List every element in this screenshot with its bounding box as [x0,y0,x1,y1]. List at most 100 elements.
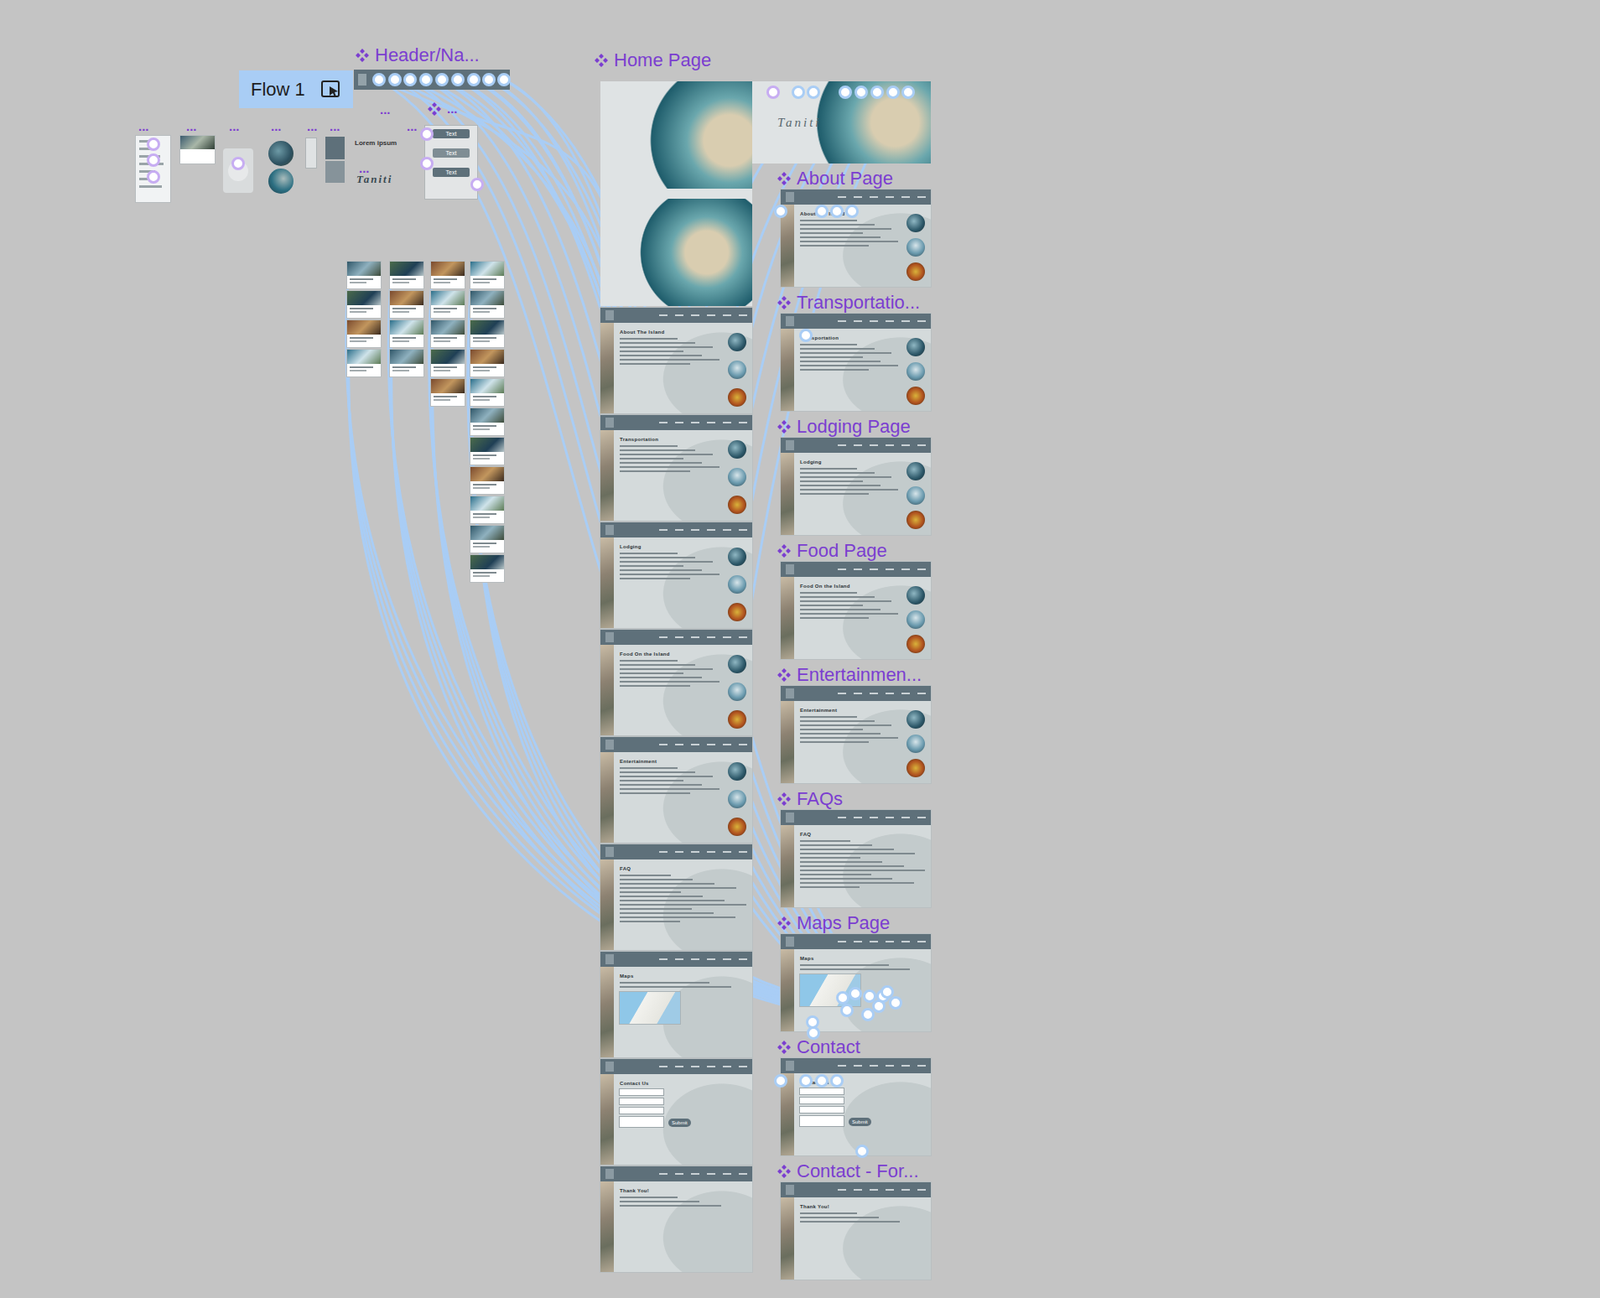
connection-dot[interactable] [774,204,788,219]
photo-card[interactable] [470,408,504,436]
connection-dot[interactable] [880,985,894,999]
nav-item[interactable] [885,444,894,447]
photo-card[interactable] [470,290,504,318]
photo-card[interactable] [470,261,504,289]
nav-item[interactable] [675,1173,684,1175]
nav-item[interactable] [885,568,894,571]
small-component[interactable] [306,138,317,168]
form-input[interactable] [619,1089,664,1096]
nav-item[interactable] [917,320,926,323]
nav-item[interactable] [853,940,863,943]
photo-card[interactable] [470,320,504,348]
page-name[interactable]: Contact - For... [796,1160,920,1183]
page-name[interactable]: Maps Page [796,912,890,935]
connection-dot[interactable] [419,72,433,87]
nav-item[interactable] [690,529,700,531]
nav-item[interactable] [659,636,668,639]
photo-card[interactable] [389,320,424,348]
nav-item[interactable] [837,940,847,943]
color-swatch[interactable] [325,136,345,160]
button-variant[interactable]: Text [432,167,470,177]
connection-dot[interactable] [435,72,449,87]
nav-item[interactable] [917,940,926,943]
connection-dot[interactable] [854,85,868,99]
connection-dot[interactable] [888,996,903,1010]
photo-card[interactable] [470,525,504,553]
nav-item[interactable] [885,1064,894,1067]
button-variant[interactable]: Text [432,148,470,158]
frame-label[interactable]: ... [228,119,240,134]
connection-dot[interactable] [482,72,496,87]
form-input[interactable] [800,1116,844,1127]
nav-item[interactable] [690,421,700,424]
nav-item[interactable] [869,1064,878,1067]
nav-item[interactable] [837,444,847,447]
frame-label[interactable]: ... [186,119,198,134]
nav-item[interactable] [659,851,668,853]
connection-dot[interactable] [838,85,852,99]
connection-dot[interactable] [830,204,844,219]
connection-dot[interactable] [791,85,806,99]
nav-item[interactable] [675,958,684,961]
nav-item[interactable] [722,743,732,746]
form-input[interactable] [619,1107,664,1114]
nav-item[interactable] [869,196,878,198]
nav-item[interactable] [837,320,847,323]
connection-dot[interactable] [146,170,161,184]
page-name[interactable]: Entertainmen... [796,664,922,686]
component-set-name[interactable]: ... [446,98,458,120]
connection-dot[interactable] [815,204,829,219]
card-component[interactable] [180,135,215,164]
frame-label[interactable]: ... [379,103,391,117]
page-name[interactable]: Home Page [613,49,712,72]
nav-item[interactable] [837,568,847,571]
nav-item[interactable] [738,958,748,961]
nav-item[interactable] [869,320,878,323]
photo-card[interactable] [431,379,465,406]
connection-dot[interactable] [848,987,863,1001]
nav-item[interactable] [690,851,700,853]
nav-item[interactable] [675,529,684,531]
nav-item[interactable] [901,320,910,323]
nav-item[interactable] [659,421,668,424]
photo-card[interactable] [347,320,381,348]
connection-dot[interactable] [845,204,859,219]
nav-item[interactable] [722,1173,732,1175]
connection-dot[interactable] [806,1026,821,1040]
connection-dot[interactable] [497,72,511,87]
nav-item[interactable] [917,568,926,571]
nav-item[interactable] [706,958,716,961]
nav-item[interactable] [917,692,926,695]
nav-item[interactable] [738,421,748,424]
nav-item[interactable] [706,1065,716,1068]
nav-item[interactable] [885,940,894,943]
connection-dot[interactable] [420,156,434,171]
page-component[interactable]: Food PageFood On the Island [776,540,931,660]
nav-item[interactable] [675,851,684,853]
connection-dot[interactable] [231,156,245,171]
nav-item[interactable] [901,940,910,943]
nav-item[interactable] [675,1065,684,1068]
nav-item[interactable] [722,958,732,961]
circle-photo[interactable] [268,168,294,194]
nav-item[interactable] [853,1064,863,1067]
frame-label[interactable]: ... [306,119,318,134]
photo-card[interactable] [470,349,504,377]
nav-item[interactable] [706,743,716,746]
nav-item[interactable] [722,636,732,639]
nav-item[interactable] [706,1173,716,1175]
nav-item[interactable] [853,692,863,695]
nav-item[interactable] [917,444,926,447]
connection-dot[interactable] [830,1074,844,1088]
nav-item[interactable] [659,958,668,961]
nav-item[interactable] [738,1065,748,1068]
connection-dot[interactable] [470,177,484,192]
connection-dot[interactable] [836,991,850,1005]
flow-label[interactable]: Flow 1 [250,78,306,101]
connection-dot[interactable] [146,137,161,151]
page-component[interactable]: Lodging PageLodging [776,415,931,536]
nav-item[interactable] [659,529,668,531]
nav-item[interactable] [837,1064,847,1067]
nav-item[interactable] [917,196,926,198]
nav-item[interactable] [675,314,684,317]
